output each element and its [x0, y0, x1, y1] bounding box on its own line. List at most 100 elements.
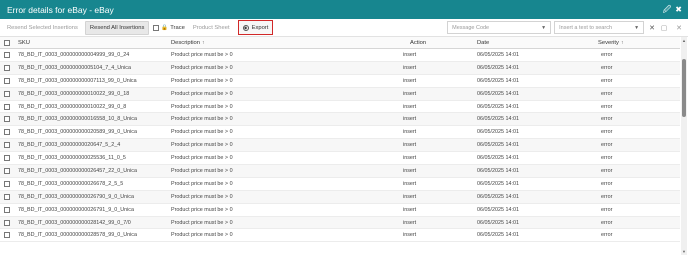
- export-icon: ◉: [242, 24, 249, 31]
- row-checkbox[interactable]: [4, 116, 10, 123]
- table-row[interactable]: 78_BD_IT_0003_000000000028578_99_0_Unica…: [0, 229, 680, 243]
- pin-icon[interactable]: 🖉: [663, 5, 672, 14]
- table-row[interactable]: 78_BD_IT_0003_000000000016558_10_8_Unica…: [0, 113, 680, 127]
- title-bar: Error details for eBay - eBay 🖉 ✖: [0, 0, 688, 19]
- table-row[interactable]: 78_BD_IT_0003_000000000020589_99_0_Unica…: [0, 126, 680, 140]
- row-select-cell: [0, 51, 14, 58]
- row-checkbox[interactable]: [4, 219, 10, 226]
- cell-sku: 78_BD_IT_0003_000000000026678_2_5_5: [18, 180, 124, 187]
- cell-action: insert: [403, 219, 417, 226]
- export-button[interactable]: ◉ Export: [237, 20, 274, 35]
- row-checkbox[interactable]: [4, 232, 10, 239]
- row-select-cell: [0, 142, 14, 149]
- cell-date: 06/05/2025 14:01: [477, 116, 519, 123]
- row-select-cell: [0, 103, 14, 110]
- cell-description: Product price must be > 0: [171, 180, 233, 187]
- cell-severity: error: [601, 116, 613, 123]
- table-row[interactable]: 78_BD_IT_0003_000000000028142_99_0_7/0 Pr…: [0, 216, 680, 230]
- cell-severity: error: [601, 206, 613, 213]
- cell-severity: error: [601, 193, 613, 200]
- trace-toggle[interactable]: 🔒 Trace: [153, 24, 185, 31]
- cell-sku: 78_BD_IT_0003_000000000028142_99_0_7/0: [18, 219, 131, 226]
- row-checkbox[interactable]: [4, 129, 10, 136]
- table-row[interactable]: 78_BD_IT_0003_000000000025536_11_0_5 Prod…: [0, 152, 680, 166]
- cell-action: insert: [403, 206, 417, 213]
- cell-severity: error: [601, 142, 613, 149]
- table-row[interactable]: 78_BD_IT_0003_00000000005104_7_4_Unica Pr…: [0, 61, 680, 75]
- table-row[interactable]: 78_BD_IT_0003_000000000010022_99_0_18 Pro…: [0, 87, 680, 101]
- header-date[interactable]: Date: [475, 40, 585, 46]
- cell-sku: 78_BD_IT_0003_000000000025536_11_0_5: [18, 155, 126, 162]
- cell-sku: 78_BD_IT_0003_000000000010022_99_0_18: [18, 90, 130, 97]
- select-all-checkbox[interactable]: [4, 39, 10, 46]
- table-row[interactable]: 78_BD_IT_0003_000000000007113_99_0_Unica…: [0, 75, 680, 88]
- cell-severity: error: [601, 129, 613, 136]
- scrollbar-thumb[interactable]: [682, 59, 686, 117]
- row-checkbox[interactable]: [4, 51, 10, 58]
- row-checkbox[interactable]: [4, 206, 10, 213]
- cell-sku: 78_BD_IT_0003_000000000028578_99_0_Unica: [18, 232, 137, 239]
- row-checkbox[interactable]: [4, 77, 10, 84]
- table-row[interactable]: 78_BD_IT_0003_000000000026457_22_0_Unica…: [0, 165, 680, 178]
- cell-date: 06/05/2025 14:01: [477, 206, 519, 213]
- cell-sku: 78_BD_IT_0003_00000000020647_5_2_4: [18, 142, 121, 149]
- window-title: Error details for eBay - eBay: [7, 4, 114, 15]
- save-icon[interactable]: ▢: [658, 21, 670, 34]
- product-sheet-button[interactable]: Product Sheet: [189, 21, 234, 35]
- clear-search-icon[interactable]: ✕: [649, 24, 655, 32]
- header-sku[interactable]: SKU: [14, 40, 167, 46]
- cell-sku: 78_BD_IT_0003_000000000007113_99_0_Unica: [18, 77, 137, 84]
- table-row[interactable]: 78_BD_IT_0003_00000000020647_5_2_4 Produc…: [0, 139, 680, 153]
- row-checkbox[interactable]: [4, 64, 10, 71]
- cell-date: 06/05/2025 14:01: [477, 232, 519, 239]
- close-filter-icon[interactable]: ✕: [673, 21, 685, 34]
- cell-date: 06/05/2025 14:01: [477, 193, 519, 200]
- scroll-down-icon[interactable]: ▼: [681, 249, 687, 254]
- close-icon[interactable]: ✖: [675, 5, 682, 14]
- header-description[interactable]: Description ↑: [167, 40, 387, 46]
- trace-checkbox[interactable]: [153, 24, 160, 31]
- row-checkbox[interactable]: [4, 155, 10, 162]
- cell-date: 06/05/2025 14:01: [477, 77, 519, 84]
- table-row[interactable]: 78_BD_IT_0003_000000000004999_99_0_24 Pro…: [0, 49, 680, 62]
- cell-description: Product price must be > 0: [171, 90, 233, 97]
- cell-severity: error: [601, 64, 613, 71]
- row-checkbox[interactable]: [4, 180, 10, 187]
- cell-date: 06/05/2025 14:01: [477, 219, 519, 226]
- cell-severity: error: [601, 77, 613, 84]
- header-action[interactable]: Action: [387, 40, 475, 46]
- row-checkbox[interactable]: [4, 103, 10, 110]
- row-checkbox[interactable]: [4, 142, 10, 149]
- cell-description: Product price must be > 0: [171, 167, 233, 174]
- header-severity[interactable]: Severity ↑: [585, 40, 680, 46]
- row-checkbox[interactable]: [4, 167, 10, 174]
- row-select-cell: [0, 116, 14, 123]
- error-table: SKU Description ↑ Action Date Severity ↑ 7…: [0, 37, 680, 243]
- row-select-cell: [0, 232, 14, 239]
- row-select-cell: [0, 155, 14, 162]
- window-controls: 🖉 ✖: [663, 5, 682, 14]
- table-row[interactable]: 78_BD_IT_0003_000000000026791_9_0_Unica P…: [0, 204, 680, 217]
- cell-severity: error: [601, 167, 613, 174]
- cell-action: insert: [403, 77, 417, 84]
- scroll-up-icon[interactable]: ▲: [681, 38, 687, 43]
- filter-area: Message Code ▼ Insert a text to search ▼…: [447, 21, 685, 34]
- row-checkbox[interactable]: [4, 193, 10, 200]
- cell-severity: error: [601, 232, 613, 239]
- table-row[interactable]: 78_BD_IT_0003_000000000026790_9_0_Unica P…: [0, 190, 680, 204]
- cell-sku: 78_BD_IT_0003_000000000010022_99_0_8: [18, 103, 127, 110]
- cell-action: insert: [403, 103, 417, 110]
- row-checkbox[interactable]: [4, 90, 10, 97]
- vertical-scrollbar[interactable]: ▲ ▼: [681, 37, 687, 255]
- message-code-select[interactable]: Message Code ▼: [447, 21, 552, 34]
- table-row[interactable]: 78_BD_IT_0003_000000000010022_99_0_8 Prod…: [0, 101, 680, 114]
- resend-all-button[interactable]: Resend All Insertions: [84, 20, 150, 35]
- cell-description: Product price must be > 0: [171, 142, 233, 149]
- resend-selected-button[interactable]: Resend Selected Insertions: [3, 21, 82, 35]
- cell-sku: 78_BD_IT_0003_000000000026790_9_0_Unica: [18, 193, 135, 200]
- table-row[interactable]: 78_BD_IT_0003_000000000026678_2_5_5 Produ…: [0, 178, 680, 191]
- cell-action: insert: [403, 155, 417, 162]
- export-label: Export: [251, 24, 269, 31]
- lock-icon: 🔒: [161, 24, 169, 31]
- search-input[interactable]: Insert a text to search ▼: [554, 21, 645, 34]
